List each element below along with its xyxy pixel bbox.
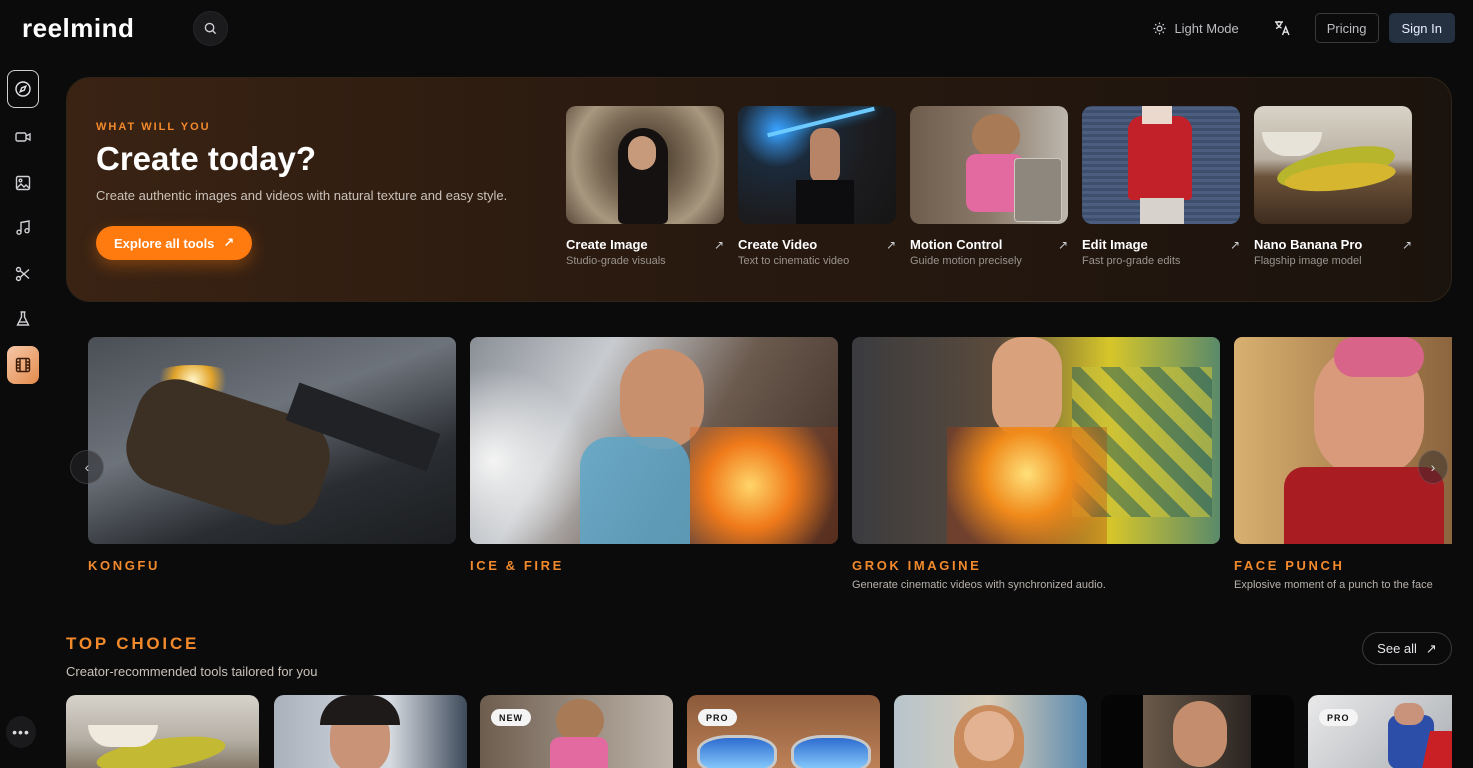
carousel-prev-button[interactable]: ‹	[70, 450, 104, 484]
pro-badge: PRO	[698, 709, 737, 726]
scissors-icon	[15, 266, 30, 282]
tool-cards: Create Image ↗ Studio-grade visuals Creat…	[566, 106, 1412, 267]
slide-image	[470, 337, 838, 544]
tool-thumbnail	[1254, 106, 1412, 224]
section-subtitle: Creator-recommended tools tailored for y…	[66, 664, 318, 679]
arrow-up-right-icon: ↗	[713, 237, 724, 252]
arrow-up-right-icon: ↗	[223, 235, 235, 250]
arrow-up-right-icon: ↗	[885, 237, 896, 252]
chevron-left-icon: ‹	[84, 459, 90, 475]
top-choice-card[interactable]	[894, 695, 1087, 768]
image-icon	[15, 175, 31, 191]
sidebar-item-video[interactable]	[7, 118, 39, 156]
top-choice-row: NEW PRO PRO	[66, 695, 1452, 768]
carousel-next-button[interactable]: ›	[1418, 450, 1448, 484]
pro-badge: PRO	[1319, 709, 1358, 726]
music-note-icon	[16, 220, 30, 235]
flask-icon	[16, 311, 30, 326]
pricing-button[interactable]: Pricing	[1314, 13, 1379, 43]
tool-card-nano-banana-pro[interactable]: Nano Banana Pro ↗ Flagship image model	[1254, 106, 1412, 267]
top-choice-card[interactable]: NEW	[480, 695, 673, 768]
carousel-slide-ice-fire[interactable]: ICE & FIRE	[470, 337, 838, 579]
arrow-up-right-icon: ↗	[1401, 237, 1412, 252]
top-choice-card[interactable]	[1101, 695, 1294, 768]
sun-icon	[1153, 21, 1166, 35]
slide-title: KONGFU	[88, 558, 160, 573]
tool-name: Create Image	[566, 237, 648, 252]
new-badge: NEW	[491, 709, 531, 726]
arrow-up-right-icon: ↗	[1425, 640, 1437, 656]
carousel-slide-grok-imagine[interactable]: GROK IMAGINE Generate cinematic videos w…	[852, 337, 1220, 591]
slide-image	[88, 337, 456, 544]
translate-button[interactable]	[1265, 13, 1299, 43]
explore-label: Explore all tools	[114, 235, 215, 251]
arrow-up-right-icon: ↗	[1057, 237, 1068, 252]
top-choice-card[interactable]: PRO	[1308, 695, 1452, 768]
slide-image	[852, 337, 1220, 544]
section-title: TOP CHOICE	[66, 634, 200, 653]
tool-card-create-video[interactable]: Create Video ↗ Text to cinematic video	[738, 106, 896, 267]
tool-thumbnail	[910, 106, 1068, 224]
tool-thumbnail	[566, 106, 724, 224]
tool-desc: Fast pro-grade edits	[1082, 255, 1181, 267]
sidebar-item-studio[interactable]	[7, 346, 39, 384]
header-actions: Light Mode Pricing Sign In	[1143, 13, 1455, 43]
sidebar: •••	[0, 64, 46, 768]
sign-in-button[interactable]: Sign In	[1388, 13, 1455, 43]
light-mode-toggle[interactable]: Light Mode	[1143, 13, 1248, 43]
compass-icon	[15, 81, 31, 97]
slide-title: FACE PUNCH	[1234, 558, 1345, 573]
sidebar-item-edit[interactable]	[7, 255, 39, 293]
translate-icon	[1274, 21, 1290, 36]
search-icon	[204, 22, 217, 35]
top-bar: reelmind Light Mode Pricing Sign In	[0, 0, 1473, 56]
tool-card-create-image[interactable]: Create Image ↗ Studio-grade visuals	[566, 106, 724, 267]
hero-kicker: WHAT WILL YOU	[96, 121, 211, 133]
tool-name: Motion Control	[910, 237, 1003, 252]
feature-carousel: KONGFU ICE & FIRE GROK IMAGINE Generate …	[88, 337, 1452, 597]
explore-all-tools-button[interactable]: Explore all tools ↗	[96, 226, 253, 260]
tool-thumbnail	[1082, 106, 1240, 224]
see-all-label: See all	[1377, 641, 1417, 656]
arrow-up-right-icon: ↗	[1229, 237, 1240, 252]
slide-desc: Explosive moment of a punch to the face	[1234, 579, 1433, 591]
tool-desc: Guide motion precisely	[910, 255, 1022, 267]
top-choice-card[interactable]	[274, 695, 467, 768]
video-camera-icon	[15, 132, 31, 142]
tool-thumbnail	[738, 106, 896, 224]
sidebar-item-image[interactable]	[7, 164, 39, 202]
hero-banner: WHAT WILL YOU Create today? Create authe…	[66, 77, 1452, 302]
top-choice-card[interactable]	[66, 695, 259, 768]
slide-desc: Generate cinematic videos with synchroni…	[852, 579, 1106, 591]
sidebar-item-explore[interactable]	[7, 70, 39, 108]
see-all-button[interactable]: See all ↗	[1362, 632, 1452, 665]
chevron-right-icon: ›	[1430, 459, 1436, 475]
tool-card-motion-control[interactable]: Motion Control ↗ Guide motion precisely	[910, 106, 1068, 267]
more-button[interactable]: •••	[6, 716, 36, 748]
logo[interactable]: reelmind	[22, 13, 134, 44]
search-button[interactable]	[193, 11, 228, 46]
tool-desc: Text to cinematic video	[738, 255, 850, 267]
carousel-slide-kongfu[interactable]: KONGFU	[88, 337, 456, 579]
tool-card-edit-image[interactable]: Edit Image ↗ Fast pro-grade edits	[1082, 106, 1240, 267]
tool-name: Nano Banana Pro	[1254, 237, 1363, 252]
light-mode-label: Light Mode	[1174, 20, 1239, 36]
tool-name: Create Video	[738, 237, 818, 252]
hero-title: Create today?	[96, 140, 317, 177]
film-strip-icon	[15, 357, 31, 373]
slide-title: GROK IMAGINE	[852, 558, 982, 573]
sidebar-item-music[interactable]	[7, 209, 39, 247]
slide-image	[1234, 337, 1452, 544]
sidebar-item-lab[interactable]	[7, 300, 39, 338]
slide-title: ICE & FIRE	[470, 558, 564, 573]
tool-desc: Flagship image model	[1254, 255, 1362, 267]
top-choice-card[interactable]: PRO	[687, 695, 880, 768]
hero-subtitle: Create authentic images and videos with …	[96, 188, 508, 203]
tool-desc: Studio-grade visuals	[566, 255, 666, 267]
tool-name: Edit Image	[1082, 237, 1148, 252]
